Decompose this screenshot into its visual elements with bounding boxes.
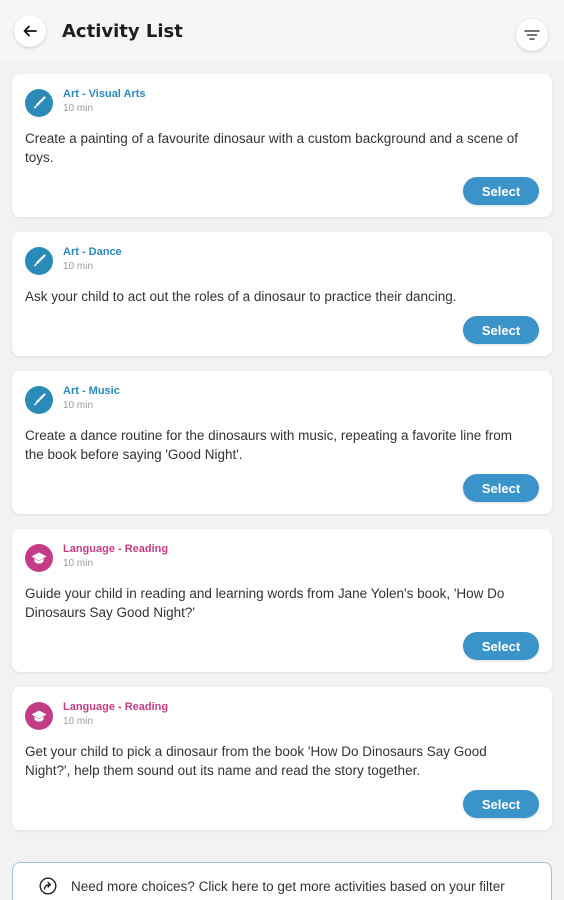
activity-duration: 10 min	[63, 558, 94, 569]
activity-description: Get your child to pick a dinosaur from t…	[25, 744, 487, 778]
paintbrush-icon	[25, 247, 53, 275]
select-button[interactable]: Select	[463, 177, 539, 205]
activity-category: Art - Music	[63, 385, 120, 397]
select-button[interactable]: Select	[463, 474, 539, 502]
share-arrow-icon	[39, 877, 57, 895]
activity-description: Guide your child in reading and learning…	[25, 586, 505, 620]
activity-list: Art - Visual Arts 10 min Create a painti…	[12, 74, 552, 845]
activity-card: Art - Visual Arts 10 min Create a painti…	[12, 74, 552, 217]
app-header: Activity List	[0, 0, 564, 62]
filter-icon	[524, 29, 540, 41]
activity-category: Language - Reading	[63, 701, 169, 713]
activity-card: Art - Music 10 min Create a dance routin…	[12, 371, 552, 514]
activity-card: Language - Reading 10 min Get your child…	[12, 687, 552, 830]
activity-duration: 10 min	[63, 261, 94, 272]
activity-duration: 10 min	[63, 103, 94, 114]
activity-duration: 10 min	[63, 716, 94, 727]
activity-category: Art - Visual Arts	[63, 88, 146, 100]
activity-card: Language - Reading 10 min Guide your chi…	[12, 529, 552, 672]
graduation-cap-icon	[25, 702, 53, 730]
select-button[interactable]: Select	[463, 790, 539, 818]
arrow-left-icon	[23, 25, 37, 37]
activity-description: Create a painting of a favourite dinosau…	[25, 131, 519, 165]
back-button[interactable]	[14, 15, 46, 47]
page-title: Activity List	[62, 20, 183, 42]
activity-description: Ask your child to act out the roles of a…	[25, 289, 457, 304]
paintbrush-icon	[25, 386, 53, 414]
select-button[interactable]: Select	[463, 632, 539, 660]
more-choices-link[interactable]: Need more choices? Click here to get mor…	[12, 862, 552, 900]
graduation-cap-icon	[25, 544, 53, 572]
activity-duration: 10 min	[63, 400, 94, 411]
activity-category: Language - Reading	[63, 543, 169, 555]
activity-description: Create a dance routine for the dinosaurs…	[25, 428, 513, 462]
activity-category: Art - Dance	[63, 246, 122, 258]
activity-card: Art - Dance 10 min Ask your child to act…	[12, 232, 552, 356]
paintbrush-icon	[25, 89, 53, 117]
more-choices-text: Need more choices? Click here to get mor…	[71, 878, 505, 894]
select-button[interactable]: Select	[463, 316, 539, 344]
filter-button[interactable]	[516, 19, 548, 51]
